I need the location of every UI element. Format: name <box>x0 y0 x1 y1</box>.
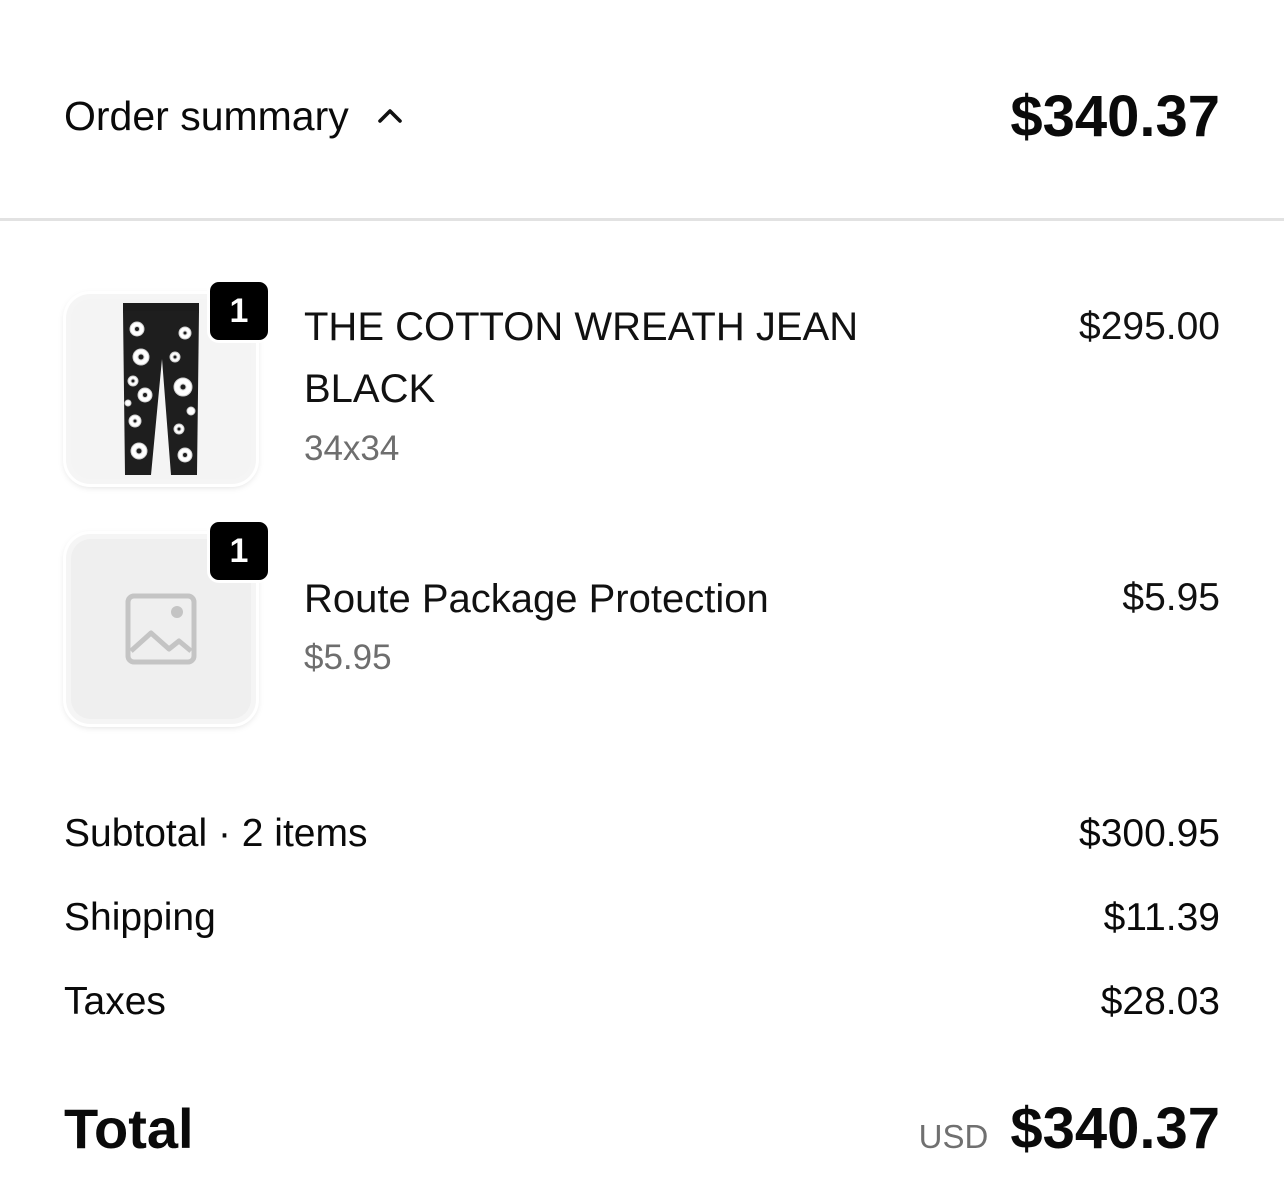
total-amount-group: USD $340.37 <box>919 1097 1220 1161</box>
total-amount: $340.37 <box>1010 1096 1220 1161</box>
subtotal-label: Subtotal · 2 items <box>64 812 368 855</box>
shipping-label: Shipping <box>64 896 216 939</box>
subtotal-row: Subtotal · 2 items $300.95 <box>64 810 1220 858</box>
total-label: Total <box>64 1097 194 1160</box>
shipping-value: $11.39 <box>1103 896 1220 939</box>
quantity-badge: 1 <box>207 519 271 583</box>
item-variant: $5.95 <box>304 638 392 677</box>
product-thumbnail: 1 <box>66 279 271 484</box>
item-price: $295.00 <box>1079 305 1220 348</box>
taxes-row: Taxes $28.03 <box>64 978 1220 1026</box>
product-thumbnail: 1 <box>66 519 271 724</box>
item-name-line1: THE COTTON WREATH JEAN <box>304 305 859 349</box>
order-summary-label: Order summary <box>64 93 349 139</box>
order-summary-toggle[interactable]: Order summary <box>64 92 405 140</box>
chevron-up-icon <box>375 101 405 131</box>
taxes-value: $28.03 <box>1100 980 1220 1023</box>
taxes-label: Taxes <box>64 980 166 1023</box>
item-price: $5.95 <box>1122 576 1220 619</box>
item-name-line2: BLACK <box>304 367 436 411</box>
header-total-price: $340.37 <box>1010 84 1220 149</box>
currency-code: USD <box>918 1118 989 1155</box>
subtotal-value: $300.95 <box>1079 812 1220 855</box>
item-variant: 34x34 <box>304 429 400 468</box>
item-name: Route Package Protection <box>304 577 769 621</box>
order-summary-header: Order summary $340.37 <box>0 0 1284 221</box>
item-name: THE COTTON WREATH JEAN BLACK <box>304 296 904 420</box>
quantity-badge: 1 <box>207 279 271 343</box>
shipping-row: Shipping $11.39 <box>64 894 1220 942</box>
